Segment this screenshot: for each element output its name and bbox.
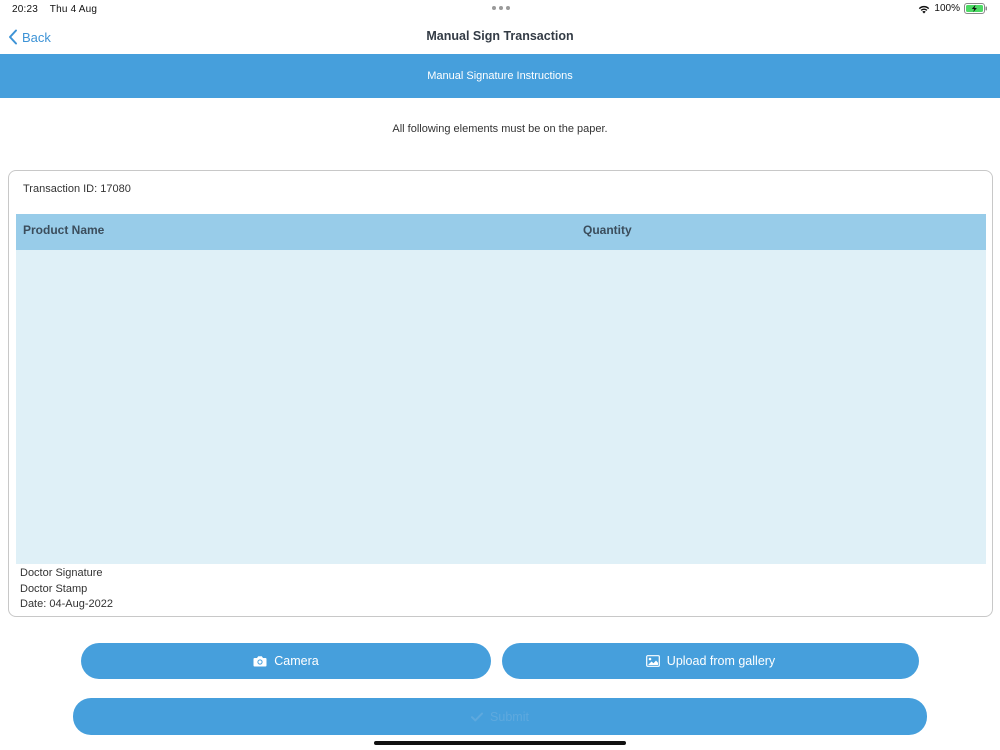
doctor-stamp-label: Doctor Stamp — [20, 582, 88, 595]
status-date: Thu 4 Aug — [49, 4, 98, 15]
date-label: Date: 04-Aug-2022 — [20, 598, 113, 610]
wifi-icon — [919, 5, 930, 13]
multitasking-dots-icon[interactable] — [492, 6, 510, 10]
table-body — [16, 250, 986, 564]
status-time: 20:23 Thu 4 Aug — [12, 4, 97, 15]
signature-requirements: Doctor Signature Doctor Stamp Date: 04-A… — [20, 566, 113, 613]
checkmark-icon — [471, 712, 484, 721]
page-title: Manual Sign Transaction — [426, 29, 574, 43]
screen: 20:23 Thu 4 Aug 100% Back Manual Sign Tr… — [0, 0, 1000, 750]
doctor-signature-label: Doctor Signature — [20, 567, 103, 579]
camera-label: Camera — [274, 654, 319, 668]
transaction-card: Transaction ID: 17080 Product Name Quant… — [8, 170, 993, 617]
battery-charging-icon — [964, 3, 987, 14]
camera-button[interactable]: Camera — [81, 643, 491, 679]
products-table: Product Name Quantity — [16, 214, 986, 564]
instructions-subtitle: All following elements must be on the pa… — [392, 123, 608, 135]
submit-label: Submit — [490, 709, 529, 724]
table-header: Product Name Quantity — [16, 214, 986, 250]
status-bar: 20:23 Thu 4 Aug 100% — [0, 0, 1000, 20]
image-icon — [645, 655, 660, 667]
banner-text: Manual Signature Instructions — [427, 70, 573, 82]
transaction-id: Transaction ID: 17080 — [23, 183, 131, 195]
status-clock: 20:23 — [12, 4, 39, 15]
column-header-product-name: Product Name — [23, 223, 105, 237]
submit-button[interactable]: Submit — [73, 698, 927, 735]
gallery-label: Upload from gallery — [666, 654, 776, 668]
battery-percentage: 100% — [934, 3, 960, 14]
column-header-quantity: Quantity — [583, 223, 632, 237]
upload-from-gallery-button[interactable]: Upload from gallery — [502, 643, 919, 679]
home-indicator[interactable] — [374, 741, 626, 745]
instructions-banner: Manual Signature Instructions — [0, 54, 1000, 98]
status-indicators: 100% — [918, 3, 988, 14]
camera-icon — [253, 656, 267, 667]
navigation-bar: Back Manual Sign Transaction — [0, 20, 1000, 54]
